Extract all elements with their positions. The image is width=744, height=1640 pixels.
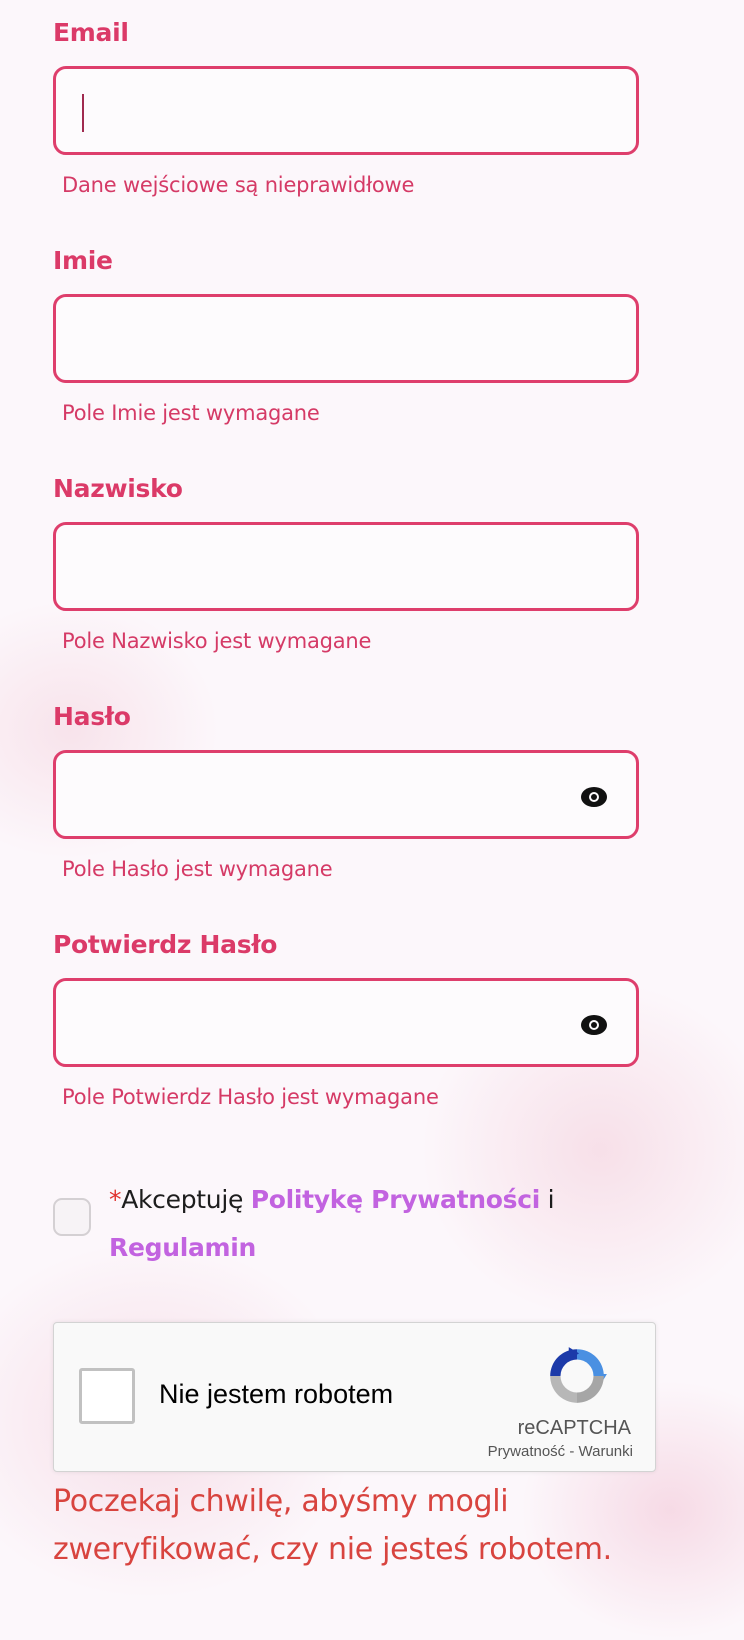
recaptcha-links-separator: - xyxy=(565,1443,579,1460)
recaptcha-label: Nie jestem robotem xyxy=(159,1379,394,1409)
password-field[interactable] xyxy=(53,750,639,839)
password-error: Pole Hasło jest wymagane xyxy=(62,857,333,881)
last-name-error: Pole Nazwisko jest wymagane xyxy=(62,629,372,653)
eye-icon[interactable] xyxy=(580,786,608,808)
first-name-error: Pole Imie jest wymagane xyxy=(62,401,320,425)
confirm-password-field[interactable] xyxy=(53,978,639,1067)
first-name-label: Imie xyxy=(53,246,113,275)
email-field[interactable] xyxy=(53,66,639,155)
consent-conjunction: i xyxy=(539,1185,555,1214)
verification-wait-message: Poczekaj chwilę, abyśmy mogli zweryfikow… xyxy=(53,1484,612,1567)
confirm-password-error: Pole Potwierdz Hasło jest wymagane xyxy=(62,1085,439,1109)
last-name-field[interactable] xyxy=(53,522,639,611)
recaptcha-links: Prywatność - Warunki xyxy=(488,1443,633,1460)
eye-icon[interactable] xyxy=(580,1014,608,1036)
text-caret xyxy=(82,94,84,132)
privacy-policy-link[interactable]: Politykę Prywatności xyxy=(251,1185,541,1214)
recaptcha-privacy-link[interactable]: Prywatność xyxy=(488,1443,566,1460)
recaptcha-widget: Nie jestem robotem reCAPTCHA Prywatność … xyxy=(53,1322,656,1472)
email-error: Dane wejściowe są nieprawidłowe xyxy=(62,173,415,197)
required-asterisk: * xyxy=(109,1185,122,1214)
email-label: Email xyxy=(53,18,129,47)
last-name-label: Nazwisko xyxy=(53,474,183,503)
consent-text: *Akceptuję Politykę Prywatności i Regula… xyxy=(109,1176,559,1272)
first-name-field[interactable] xyxy=(53,294,639,383)
consent-checkbox[interactable] xyxy=(53,1198,91,1236)
recaptcha-brand: reCAPTCHA xyxy=(517,1417,631,1439)
consent-text-before: Akceptuję xyxy=(121,1185,251,1214)
password-label: Hasło xyxy=(53,702,131,731)
recaptcha-logo-icon xyxy=(550,1347,607,1403)
confirm-password-label: Potwierdz Hasło xyxy=(53,930,278,959)
recaptcha-terms-link[interactable]: Warunki xyxy=(579,1443,633,1460)
terms-link[interactable]: Regulamin xyxy=(109,1233,256,1262)
recaptcha-checkbox[interactable] xyxy=(79,1368,135,1424)
